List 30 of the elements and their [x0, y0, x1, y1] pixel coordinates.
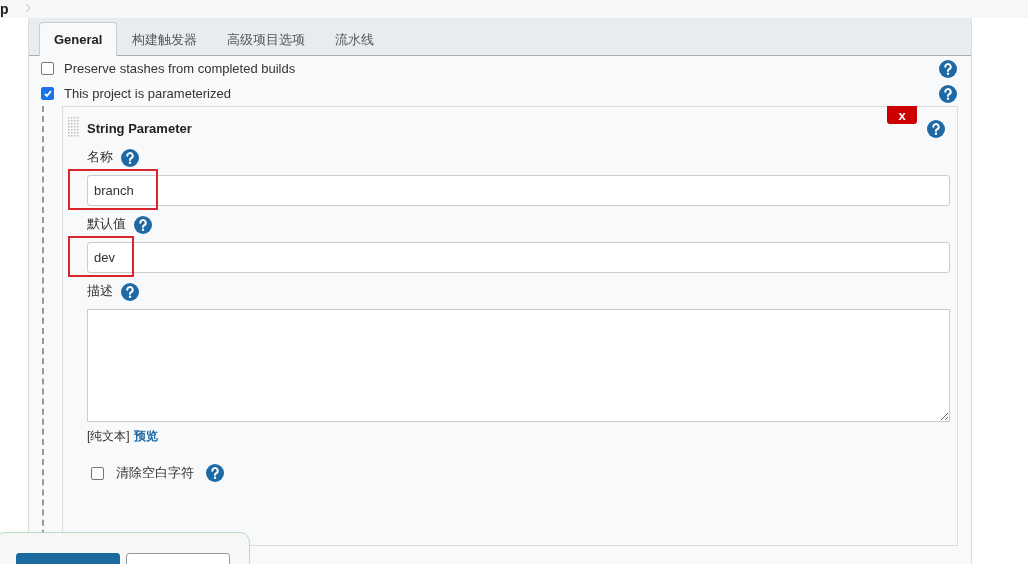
- help-icon[interactable]: [121, 149, 139, 167]
- chevron-icon: [24, 4, 31, 12]
- tab[interactable]: 构建触发器: [117, 22, 213, 56]
- description-field[interactable]: [87, 309, 950, 422]
- help-icon[interactable]: [939, 59, 957, 78]
- help-icon[interactable]: [206, 464, 224, 482]
- format-label: [纯文本]: [87, 428, 130, 445]
- field-label: 名称: [87, 149, 113, 165]
- checkbox[interactable]: [91, 466, 104, 480]
- breadcrumb-item[interactable]: p: [0, 1, 9, 17]
- checkbox-label: This project is parameterized: [64, 86, 232, 101]
- help-icon[interactable]: [939, 84, 957, 103]
- tab[interactable]: General: [39, 22, 118, 56]
- checkbox-label: 清除空白字符: [116, 464, 194, 482]
- input-field[interactable]: branch: [87, 175, 950, 206]
- input-field[interactable]: dev: [87, 242, 950, 273]
- field-label: 描述: [87, 283, 113, 299]
- checkbox-label: Preserve stashes from completed builds: [64, 61, 297, 76]
- drag-handle-icon[interactable]: [68, 117, 79, 139]
- help-icon[interactable]: [121, 283, 139, 301]
- tab[interactable]: 高级项目选项: [212, 22, 321, 56]
- help-icon[interactable]: [927, 119, 945, 138]
- field-label: 默认值: [87, 216, 126, 232]
- help-icon[interactable]: [134, 216, 152, 234]
- tab[interactable]: 流水线: [320, 22, 390, 56]
- parameter-title: String Parameter: [87, 120, 193, 136]
- checkbox[interactable]: [41, 62, 54, 75]
- delete-button[interactable]: x: [887, 106, 917, 124]
- preview-link[interactable]: 预览: [133, 428, 158, 450]
- checkbox[interactable]: [41, 87, 54, 100]
